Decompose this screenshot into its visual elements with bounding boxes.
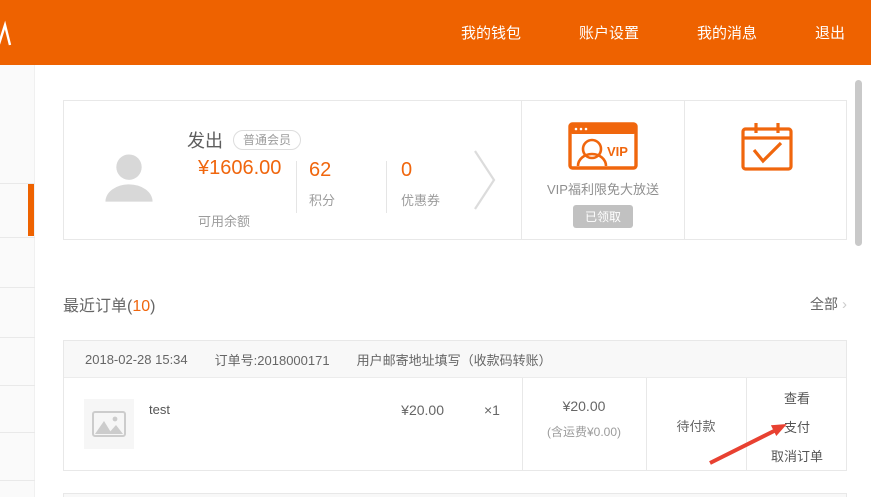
vip-promo-title: VIP福利限免大放送	[547, 179, 659, 198]
order-card: 2018-02-28 15:34 订单号:2018000171 用户邮寄地址填写…	[63, 340, 847, 471]
username: 发出	[187, 127, 223, 153]
member-level-badge: 普通会员	[233, 130, 301, 150]
claimed-button[interactable]: 已领取	[573, 205, 633, 228]
scrollbar-thumb[interactable]	[855, 80, 862, 246]
sidebar-divider	[0, 337, 35, 338]
cancel-order-link[interactable]: 取消订单	[771, 449, 823, 465]
nav-my-messages[interactable]: 我的消息	[697, 22, 757, 43]
product-quantity: ×1	[484, 402, 500, 418]
sidebar-divider	[0, 237, 35, 238]
sign-in-calendar[interactable]	[685, 101, 848, 239]
points-value: 62	[309, 159, 335, 182]
nav-logout[interactable]: 退出	[815, 22, 845, 43]
product-thumbnail[interactable]	[84, 399, 134, 449]
order-address-note: 用户邮寄地址填写（收款码转账）	[357, 350, 552, 369]
balance-value: ¥1606.00	[198, 157, 292, 180]
order-number: 订单号:2018000171	[215, 350, 330, 369]
next-order-card-peek	[63, 493, 847, 497]
stat-divider	[386, 161, 387, 213]
points-label: 积分	[309, 190, 335, 209]
sidebar-divider	[0, 480, 35, 481]
view-order-link[interactable]: 查看	[784, 391, 810, 407]
image-placeholder-icon	[92, 411, 126, 437]
order-status: 待付款	[646, 416, 746, 435]
calendar-check-icon	[741, 121, 793, 171]
svg-text:VIP: VIP	[607, 144, 628, 159]
points-stat: 62 积分	[309, 159, 335, 209]
avatar[interactable]	[100, 149, 158, 207]
view-all-orders-link[interactable]: 全部 ›	[810, 294, 847, 314]
coupons-label: 优惠券	[401, 190, 440, 209]
pay-order-link[interactable]: 支付	[784, 420, 810, 436]
vip-promo[interactable]: VIP VIP福利限免大放送 已领取	[522, 101, 684, 239]
sidebar[interactable]	[0, 65, 35, 497]
member-center-page: 我的钱包 账户设置 我的消息 退出 发出 普通会员 ¥1606.00 可用余额 …	[0, 0, 871, 497]
order-total-column: ¥20.00 (含运费¥0.00)	[522, 398, 646, 440]
sidebar-divider	[0, 432, 35, 433]
order-datetime: 2018-02-28 15:34	[85, 352, 188, 367]
coupons-value: 0	[401, 159, 440, 182]
site-logo-icon	[0, 20, 12, 46]
order-count: 10	[132, 298, 150, 315]
vip-browser-window-icon: VIP	[568, 122, 638, 170]
order-body: test ¥20.00 ×1 ¥20.00 (含运费¥0.00) 待付款 查看 …	[64, 378, 846, 470]
coupons-stat: 0 优惠券	[401, 159, 440, 209]
order-total: ¥20.00	[522, 398, 646, 414]
nav-my-wallet[interactable]: 我的钱包	[461, 22, 521, 43]
stat-divider	[296, 161, 297, 213]
chevron-right-icon: ›	[842, 297, 847, 312]
user-identity: 发出 普通会员	[187, 127, 301, 153]
shipping-note: (含运费¥0.00)	[522, 423, 646, 440]
balance-label: 可用余额	[198, 211, 250, 230]
top-header: 我的钱包 账户设置 我的消息 退出	[0, 0, 871, 65]
sidebar-active-indicator	[28, 184, 34, 236]
sidebar-divider	[0, 287, 35, 288]
recent-orders-title: 最近订单(10)	[63, 292, 155, 316]
product-price: ¥20.00	[344, 402, 444, 418]
profile-expand-chevron-icon[interactable]	[472, 147, 498, 213]
nav-account-settings[interactable]: 账户设置	[579, 22, 639, 43]
profile-card: 发出 普通会员 ¥1606.00 可用余额 62 积分 0 优惠券	[63, 100, 847, 240]
order-actions: 查看 支付 取消订单	[746, 391, 848, 465]
recent-orders-header: 最近订单(10) 全部 ›	[63, 292, 847, 316]
product-name[interactable]: test	[149, 402, 170, 417]
order-meta-bar: 2018-02-28 15:34 订单号:2018000171 用户邮寄地址填写…	[64, 341, 846, 378]
header-nav: 我的钱包 账户设置 我的消息 退出	[461, 22, 845, 43]
sidebar-divider	[0, 385, 35, 386]
